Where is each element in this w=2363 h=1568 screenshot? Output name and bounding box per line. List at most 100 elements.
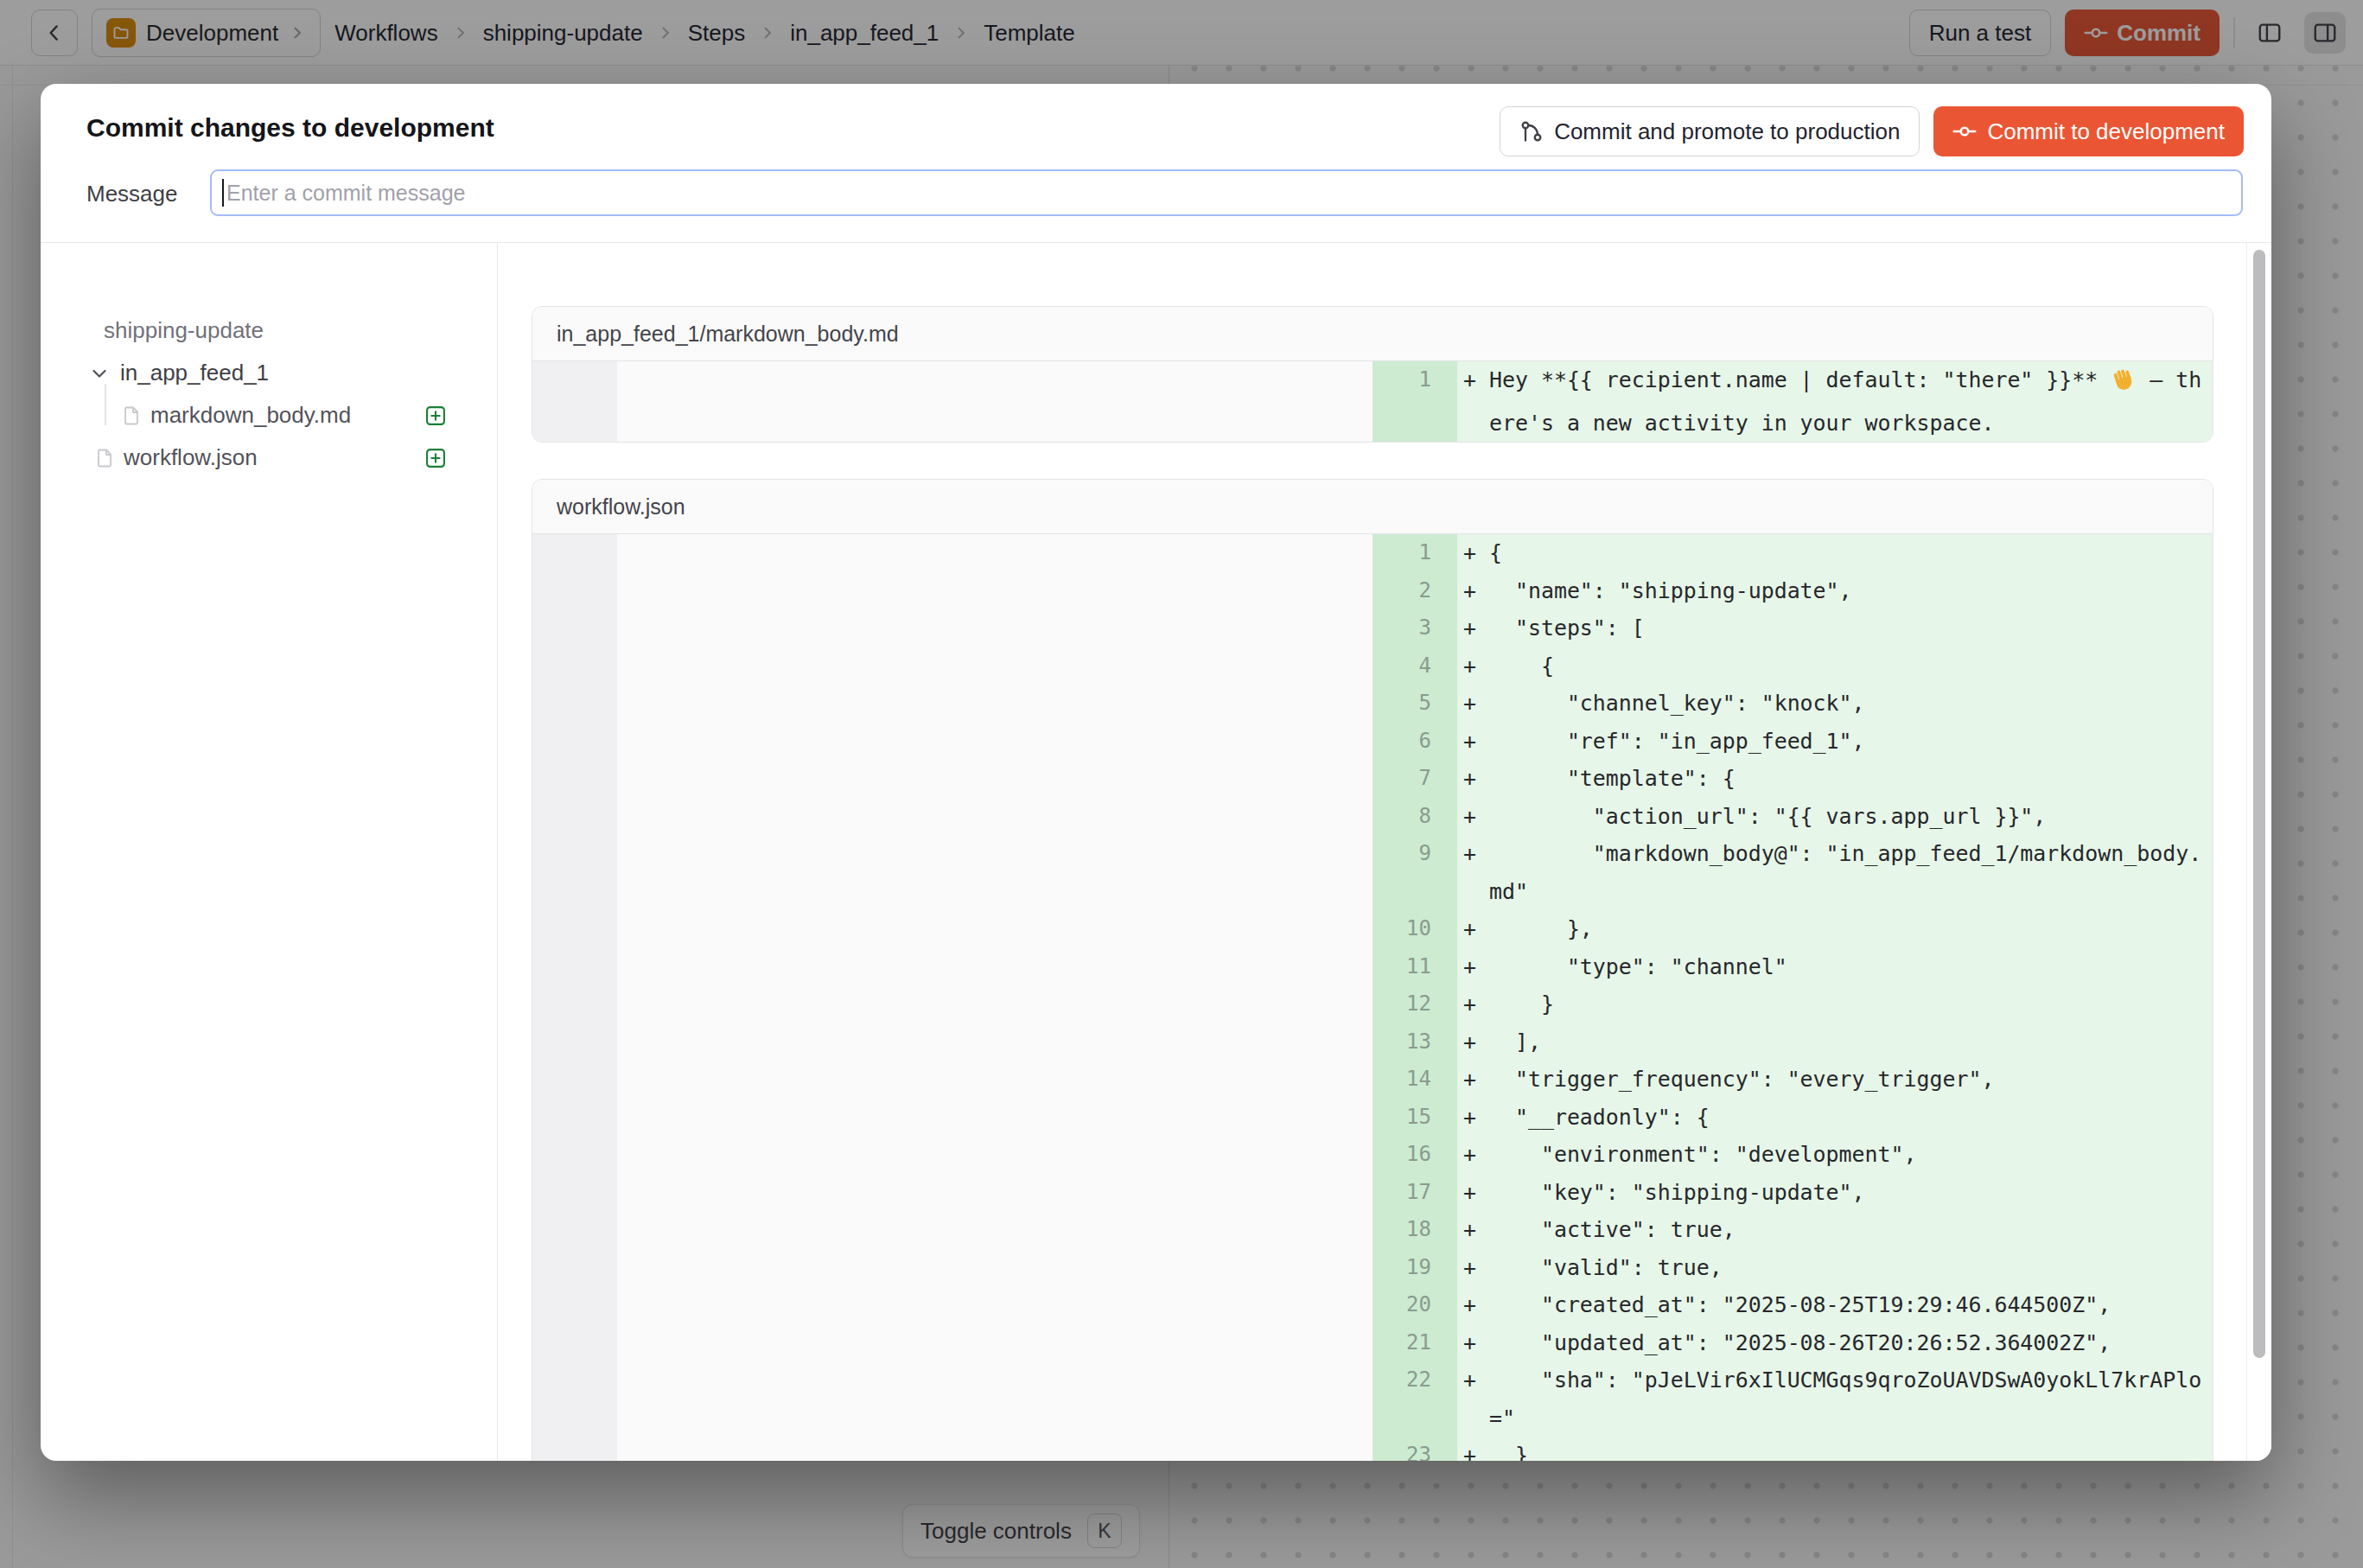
- tree-item-workflow-json[interactable]: workflow.json: [41, 437, 497, 479]
- line-number: 18: [1373, 1211, 1457, 1249]
- diff-line: 5+ "channel_key": "knock",: [1373, 685, 2213, 723]
- message-label: Message: [86, 181, 178, 207]
- file-icon: [121, 405, 142, 426]
- line-number: 7: [1373, 760, 1457, 798]
- diff-line-text: + ],: [1457, 1023, 2213, 1061]
- scrollbar-thumb[interactable]: [2253, 250, 2265, 1358]
- diff-line-text: + "steps": [: [1457, 609, 2213, 647]
- tree-item-label: in_app_feed_1: [120, 360, 269, 386]
- diff-line: 12+ }: [1373, 985, 2213, 1023]
- line-number: 16: [1373, 1136, 1457, 1174]
- diff-line: 15+ "__readonly": {: [1373, 1099, 2213, 1137]
- line-number: 3: [1373, 609, 1457, 647]
- diff-line: 17+ "key": "shipping-update",: [1373, 1174, 2213, 1212]
- commit-message-input[interactable]: Enter a commit message: [210, 169, 2243, 216]
- diff-card: in_app_feed_1/markdown_body.md1+ Hey **{…: [532, 306, 2213, 443]
- diff-body: 1+ Hey **{{ recipient.name | default: "t…: [532, 361, 2213, 442]
- diff-new-side: 1+ {2+ "name": "shipping-update",3+ "ste…: [1373, 534, 2213, 1461]
- tree-item-workflow[interactable]: shipping-update: [41, 309, 497, 352]
- diff-body: 1+ {2+ "name": "shipping-update",3+ "ste…: [532, 534, 2213, 1461]
- diff-line: 21+ "updated_at": "2025-08-26T20:26:52.3…: [1373, 1324, 2213, 1362]
- diff-line: 1+ Hey **{{ recipient.name | default: "t…: [1373, 361, 2213, 442]
- diff-filename: workflow.json: [532, 480, 2213, 534]
- line-number: 15: [1373, 1099, 1457, 1137]
- commit-message-placeholder: Enter a commit message: [226, 181, 466, 206]
- added-file-icon: [424, 404, 448, 428]
- diff-line-text: + "markdown_body@": "in_app_feed_1/markd…: [1457, 835, 2213, 910]
- diff-line-text: + "active": true,: [1457, 1211, 2213, 1249]
- diff-line-text: + "template": {: [1457, 760, 2213, 798]
- diff-line-text: + Hey **{{ recipient.name | default: "th…: [1457, 361, 2213, 442]
- diff-line: 1+ {: [1373, 534, 2213, 572]
- commit-and-promote-button[interactable]: Commit and promote to production: [1500, 106, 1920, 156]
- diff-line-text: + "action_url": "{{ vars.app_url }}",: [1457, 798, 2213, 836]
- chevron-down-icon: [89, 363, 110, 384]
- diff-line: 9+ "markdown_body@": "in_app_feed_1/mark…: [1373, 835, 2213, 910]
- file-icon: [94, 448, 115, 468]
- diff-line: 10+ },: [1373, 910, 2213, 948]
- line-number: 23: [1373, 1437, 1457, 1461]
- line-number: 2: [1373, 572, 1457, 610]
- diff-line-text: + "created_at": "2025-08-25T19:29:46.644…: [1457, 1286, 2213, 1324]
- modal-body: shipping-update in_app_feed_1 markdown_b…: [41, 242, 2271, 1461]
- commit-modal: Commit changes to development Commit and…: [41, 84, 2271, 1461]
- diff-line: 8+ "action_url": "{{ vars.app_url }}",: [1373, 798, 2213, 836]
- diff-line: 14+ "trigger_frequency": "every_trigger"…: [1373, 1061, 2213, 1099]
- line-number: 4: [1373, 647, 1457, 685]
- tree-connector-line: [105, 384, 106, 425]
- diff-line: 13+ ],: [1373, 1023, 2213, 1061]
- line-number: 12: [1373, 985, 1457, 1023]
- diff-line: 19+ "valid": true,: [1373, 1249, 2213, 1287]
- line-number: 6: [1373, 723, 1457, 761]
- diff-new-side: 1+ Hey **{{ recipient.name | default: "t…: [1373, 361, 2213, 442]
- diff-line-text: + "name": "shipping-update",: [1457, 572, 2213, 610]
- diff-line: 11+ "type": "channel": [1373, 948, 2213, 986]
- scrollbar-track[interactable]: [2246, 243, 2271, 1461]
- line-number: 22: [1373, 1361, 1457, 1437]
- diff-line-text: + {: [1457, 534, 2213, 572]
- git-commit-icon: [1952, 119, 1977, 143]
- diff-line: 16+ "environment": "development",: [1373, 1136, 2213, 1174]
- commit-to-development-button[interactable]: Commit to development: [1933, 106, 2244, 156]
- diff-line-text: + "environment": "development",: [1457, 1136, 2213, 1174]
- modal-title: Commit changes to development: [86, 113, 494, 143]
- diff-old-side: [532, 534, 1373, 1461]
- modal-actions: Commit and promote to production Commit …: [1500, 106, 2244, 156]
- commit-to-development-label: Commit to development: [1987, 118, 2225, 145]
- line-number: 19: [1373, 1249, 1457, 1287]
- diff-list: in_app_feed_1/markdown_body.md1+ Hey **{…: [532, 306, 2213, 1461]
- text-caret: [222, 179, 224, 207]
- diff-line-text: + "valid": true,: [1457, 1249, 2213, 1287]
- commit-and-promote-label: Commit and promote to production: [1554, 118, 1900, 145]
- diff-line: 18+ "active": true,: [1373, 1211, 2213, 1249]
- line-number: 1: [1373, 361, 1457, 442]
- line-number: 1: [1373, 534, 1457, 572]
- tree-item-step[interactable]: in_app_feed_1: [41, 352, 497, 394]
- app-root: Development Workflows shipping-update St…: [0, 0, 2363, 1568]
- line-number: 11: [1373, 948, 1457, 986]
- line-number: 5: [1373, 685, 1457, 723]
- diff-line: 20+ "created_at": "2025-08-25T19:29:46.6…: [1373, 1286, 2213, 1324]
- tree-item-label: markdown_body.md: [150, 402, 351, 429]
- diff-line: 22+ "sha": "pJeLVir6xIlUCMGqs9qroZoUAVDS…: [1373, 1361, 2213, 1437]
- file-tree: shipping-update in_app_feed_1 markdown_b…: [41, 309, 497, 479]
- diff-line: 2+ "name": "shipping-update",: [1373, 572, 2213, 610]
- tree-item-markdown-file[interactable]: markdown_body.md: [41, 394, 497, 437]
- diff-line-text: + }: [1457, 1437, 2213, 1461]
- sidebar-divider: [497, 243, 498, 1461]
- diff-line-text: + "sha": "pJeLVir6xIlUCMGqs9qroZoUAVDSwA…: [1457, 1361, 2213, 1437]
- diff-line-text: + "key": "shipping-update",: [1457, 1174, 2213, 1212]
- diff-card: workflow.json1+ {2+ "name": "shipping-up…: [532, 479, 2213, 1461]
- diff-line: 4+ {: [1373, 647, 2213, 685]
- diff-line: 7+ "template": {: [1373, 760, 2213, 798]
- line-number: 9: [1373, 835, 1457, 910]
- git-branch-icon: [1519, 119, 1544, 143]
- diff-line-text: + "__readonly": {: [1457, 1099, 2213, 1137]
- diff-filename: in_app_feed_1/markdown_body.md: [532, 307, 2213, 361]
- line-number: 10: [1373, 910, 1457, 948]
- diff-old-side: [532, 361, 1373, 442]
- diff-line: 23+ }: [1373, 1437, 2213, 1461]
- line-number: 20: [1373, 1286, 1457, 1324]
- diff-line-text: + }: [1457, 985, 2213, 1023]
- tree-item-label: workflow.json: [124, 444, 258, 471]
